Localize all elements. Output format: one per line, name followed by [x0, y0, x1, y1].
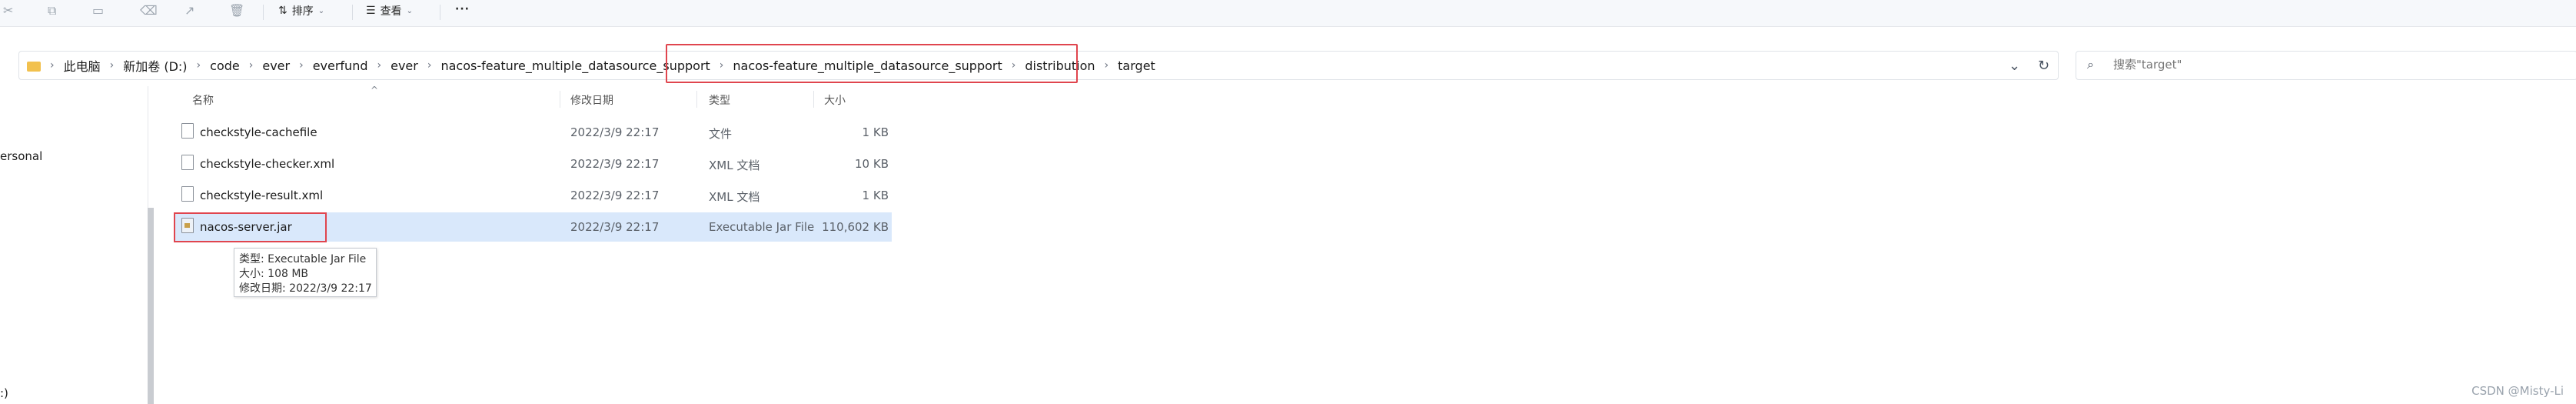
column-header-type[interactable]: 类型: [709, 92, 730, 108]
folder-icon: [27, 61, 41, 72]
column-header-name[interactable]: 名称: [192, 92, 214, 108]
file-row[interactable]: checkstyle-checker.xml 2022/3/9 22:17 XM…: [175, 149, 892, 179]
column-divider[interactable]: [696, 91, 697, 108]
toolbar-divider: [352, 5, 353, 20]
chevron-right-icon: ›: [299, 59, 304, 72]
search-icon: ⌕: [2087, 57, 2094, 72]
breadcrumb-item[interactable]: 此电脑: [64, 56, 101, 75]
paste-icon[interactable]: ▭: [92, 3, 104, 18]
file-icon: [181, 123, 194, 139]
file-date: 2022/3/9 22:17: [570, 220, 660, 234]
search-box[interactable]: ⌕: [2076, 51, 2576, 80]
watermark: CSDN @Misty-Li: [2471, 384, 2564, 398]
breadcrumb-item[interactable]: target: [1118, 58, 1155, 73]
navigation-pane: ersonal :): [0, 86, 148, 404]
column-header-size[interactable]: 大小: [824, 92, 846, 108]
chevron-down-icon: ⌄: [317, 6, 325, 15]
tooltip-modified: 修改日期: 2022/3/9 22:17: [239, 282, 372, 295]
file-date: 2022/3/9 22:17: [570, 189, 660, 202]
chevron-right-icon: ›: [427, 59, 432, 72]
share-icon[interactable]: ↗: [184, 3, 194, 18]
file-tooltip: 类型: Executable Jar File 大小: 108 MB 修改日期:…: [234, 248, 377, 297]
chevron-down-icon: ⌄: [406, 6, 413, 15]
file-highlight-annotation: [174, 212, 327, 242]
delete-icon[interactable]: 🗑: [229, 3, 244, 18]
breadcrumb-item[interactable]: 新加卷 (D:): [123, 56, 187, 75]
tooltip-size: 大小: 108 MB: [239, 268, 309, 280]
sort-icon: ⇅: [278, 5, 288, 17]
chevron-right-icon: ›: [377, 59, 382, 72]
breadcrumb-item[interactable]: code: [210, 58, 240, 73]
file-size: 1 KB: [862, 125, 889, 139]
nav-item-drive[interactable]: :): [0, 386, 8, 400]
file-row[interactable]: checkstyle-result.xml 2022/3/9 22:17 XML…: [175, 181, 892, 210]
rename-icon[interactable]: ⌫: [140, 3, 158, 18]
file-name: checkstyle-checker.xml: [200, 157, 335, 171]
file-size: 10 KB: [855, 157, 889, 171]
more-button[interactable]: ···: [455, 3, 470, 15]
breadcrumb-item[interactable]: ever: [391, 58, 418, 73]
file-row[interactable]: checkstyle-cachefile 2022/3/9 22:17 文件 1…: [175, 118, 892, 147]
address-dropdown-icon[interactable]: ⌄: [2009, 52, 2020, 79]
command-bar: ✂ ⧉ ▭ ⌫ ↗ 🗑 ⇅ 排序 ⌄ ☰ 查看 ⌄ ···: [0, 0, 2576, 27]
cut-icon[interactable]: ✂: [3, 3, 13, 18]
search-input[interactable]: [2112, 57, 2545, 72]
more-icon: ···: [455, 3, 470, 15]
file-date: 2022/3/9 22:17: [570, 157, 660, 171]
tooltip-type: 类型: Executable Jar File: [239, 253, 367, 265]
view-icon: ☰: [366, 5, 376, 17]
column-header-date[interactable]: 修改日期: [570, 92, 613, 108]
file-icon: [181, 155, 194, 170]
copy-icon[interactable]: ⧉: [48, 3, 56, 18]
sort-asc-icon: ^: [371, 85, 379, 95]
file-type: XML 文档: [709, 190, 760, 204]
chevron-right-icon: ›: [196, 59, 201, 72]
chevron-right-icon: ›: [109, 59, 115, 72]
nav-scrollbar[interactable]: [148, 208, 154, 404]
file-size: 110,602 KB: [822, 220, 889, 234]
chevron-right-icon: ›: [50, 59, 55, 72]
toolbar-divider: [263, 5, 264, 20]
sort-label: 排序: [291, 5, 314, 18]
path-highlight-annotation: [666, 44, 1078, 83]
breadcrumb-item[interactable]: ever: [262, 58, 290, 73]
breadcrumb-item[interactable]: everfund: [313, 58, 368, 73]
file-date: 2022/3/9 22:17: [570, 125, 660, 139]
view-button[interactable]: ☰ 查看 ⌄: [366, 3, 413, 18]
file-type: 文件: [709, 127, 733, 141]
column-divider[interactable]: [813, 91, 814, 108]
view-label: 查看: [380, 5, 402, 18]
file-name: checkstyle-result.xml: [200, 189, 324, 202]
file-name: checkstyle-cachefile: [200, 125, 317, 139]
refresh-icon[interactable]: ↻: [2038, 52, 2049, 79]
file-icon: [181, 186, 194, 202]
chevron-right-icon: ›: [1104, 59, 1109, 72]
file-type: XML 文档: [709, 159, 760, 172]
sort-button[interactable]: ⇅ 排序 ⌄: [278, 3, 324, 18]
file-size: 1 KB: [862, 189, 889, 202]
nav-item-personal[interactable]: ersonal: [0, 149, 42, 163]
chevron-right-icon: ›: [248, 59, 254, 72]
